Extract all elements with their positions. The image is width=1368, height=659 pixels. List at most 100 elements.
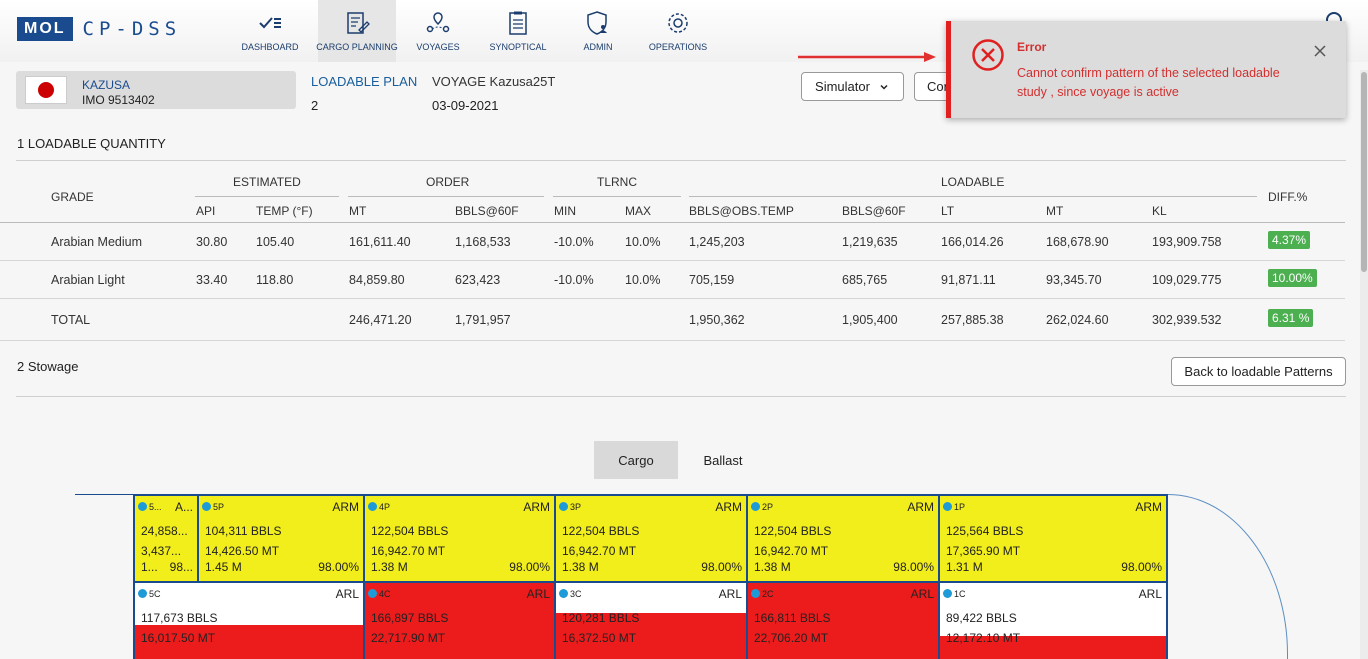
tab-cargo[interactable]: Cargo <box>594 441 678 479</box>
tank-bbls: 89,422 BBLS <box>946 611 1017 625</box>
tank-m: 1... <box>141 560 158 574</box>
tank-2c[interactable]: 2C ARL 166,811 BBLS 22,706.20 MT <box>746 581 940 659</box>
tank-pct: 98.00% <box>893 560 934 574</box>
back-to-loadable-patterns-button[interactable]: Back to loadable Patterns <box>1171 357 1346 386</box>
loadable-quantity-title: 1 LOADABLE QUANTITY <box>17 136 166 151</box>
tank-grade: ARL <box>718 587 742 601</box>
header-lt: LT <box>941 204 955 218</box>
nav-label: DASHBOARD <box>241 42 299 52</box>
nav-cargo-planning[interactable]: CARGO PLANNING <box>316 0 398 62</box>
tank-2p[interactable]: 2P ARM 122,504 BBLS 16,942.70 MT 1.38 M … <box>746 494 940 583</box>
voyage-label: VOYAGE Kazusa25T <box>432 74 556 89</box>
tank-5p[interactable]: 5P ARM 104,311 BBLS 14,426.50 MT 1.45 M … <box>197 494 365 583</box>
tank-1p[interactable]: 1P ARM 125,564 BBLS 17,365.90 MT 1.31 M … <box>938 494 1168 583</box>
cell-mt: 262,024.60 <box>1046 313 1109 327</box>
logo-text: CP-DSS <box>82 18 182 40</box>
tank-id: 3C <box>570 589 582 599</box>
nav-operations[interactable]: OPERATIONS <box>646 0 710 62</box>
tank-5s[interactable]: 5... A... 24,858... 3,437... 1... 98... <box>133 494 199 583</box>
tank-5c[interactable]: 5C ARL 117,673 BBLS 16,017.50 MT <box>133 581 365 659</box>
tank-4c[interactable]: 4C ARL 166,897 BBLS 22,717.90 MT <box>363 581 556 659</box>
japan-flag-icon <box>25 76 67 104</box>
nav-label: ADMIN <box>583 42 613 52</box>
tank-3c[interactable]: 3C ARL 120,281 BBLS 16,372.50 MT <box>554 581 748 659</box>
cell-grade: Arabian Medium <box>51 235 143 249</box>
admin-icon <box>587 11 607 35</box>
tank-m: 1.45 M <box>205 560 242 574</box>
loadable-plan-label: LOADABLE PLAN <box>311 74 418 89</box>
cell-temp: 118.80 <box>256 273 294 287</box>
header-order-bbls: BBLS@60F <box>455 204 519 218</box>
tank-mt: 3,437... <box>141 544 182 558</box>
cell-mt: 93,345.70 <box>1046 273 1102 287</box>
table-row: Arabian Medium 30.80 105.40 161,611.40 1… <box>0 222 1345 260</box>
section-divider <box>16 396 1346 397</box>
header-mt: MT <box>1046 204 1064 218</box>
tank-indicator-icon <box>751 502 760 511</box>
cargo-planning-icon <box>347 12 370 34</box>
tank-bbls: 24,858... <box>141 524 188 538</box>
tank-3p[interactable]: 3P ARM 122,504 BBLS 16,942.70 MT 1.38 M … <box>554 494 748 583</box>
header-tlrnc: TLRNC <box>597 175 638 189</box>
nav-label: CARGO PLANNING <box>316 42 398 52</box>
tank-bbls: 117,673 BBLS <box>141 611 218 625</box>
cell-obs: 1,245,203 <box>689 235 745 249</box>
ship-bow-outline <box>1168 494 1288 659</box>
nav-synoptical[interactable]: SYNOPTICAL <box>486 0 550 62</box>
tank-id: 5C <box>149 589 161 599</box>
tank-mt: 16,017.50 MT <box>141 631 216 645</box>
tank-bbls: 122,504 BBLS <box>754 524 832 538</box>
tank-bbls: 104,311 BBLS <box>205 524 282 538</box>
vessel-card: KAZUSA IMO 9513402 <box>16 71 296 109</box>
cell-lt: 257,885.38 <box>941 313 1004 327</box>
nav-label: SYNOPTICAL <box>489 42 547 52</box>
cell-kl: 193,909.758 <box>1152 235 1222 249</box>
header-diff: DIFF.% <box>1268 190 1308 204</box>
cell-order-bbls: 1,791,957 <box>455 313 511 327</box>
tank-mt: 12,172.10 MT <box>946 631 1021 645</box>
tank-mt: 22,717.90 MT <box>371 631 446 645</box>
nav-voyages[interactable]: VOYAGES <box>406 0 470 62</box>
tank-id: 5... <box>149 502 162 512</box>
cell-max: 10.0% <box>625 273 661 287</box>
header-bbls60: BBLS@60F <box>842 204 906 218</box>
tank-indicator-icon <box>368 502 377 511</box>
tank-pct: 98.00% <box>318 560 359 574</box>
tank-bbls: 122,504 BBLS <box>562 524 640 538</box>
tank-indicator-icon <box>138 502 147 511</box>
cell-bbls60: 1,219,635 <box>842 235 898 249</box>
header-grade: GRADE <box>51 190 94 204</box>
tank-grade: A... <box>174 500 193 514</box>
voyage-date: 03-09-2021 <box>432 98 499 113</box>
cell-lt: 166,014.26 <box>941 235 1004 249</box>
tank-id: 2C <box>762 589 774 599</box>
nav-admin[interactable]: ADMIN <box>566 0 630 62</box>
cell-min: -10.0% <box>554 235 594 249</box>
tank-mt: 16,942.70 MT <box>754 544 829 558</box>
tab-ballast[interactable]: Ballast <box>681 441 765 479</box>
close-icon[interactable] <box>1312 43 1328 59</box>
header-max: MAX <box>625 204 652 218</box>
tank-pct: 98.00% <box>1121 560 1162 574</box>
tank-mt: 14,426.50 MT <box>205 544 280 558</box>
tank-mt: 16,942.70 MT <box>562 544 637 558</box>
tank-indicator-icon <box>559 502 568 511</box>
cell-obs: 1,950,362 <box>689 313 745 327</box>
logo[interactable]: MOL CP-DSS <box>17 17 181 41</box>
scrollbar-thumb[interactable] <box>1361 72 1367 272</box>
tank-indicator-icon <box>559 589 568 598</box>
tank-1c[interactable]: 1C ARL 89,422 BBLS 12,172.10 MT <box>938 581 1168 659</box>
cell-api: 33.40 <box>196 273 228 287</box>
group-line <box>195 196 339 197</box>
table-row: Arabian Light 33.40 118.80 84,859.80 623… <box>0 260 1345 298</box>
tank-mt: 17,365.90 MT <box>946 544 1021 558</box>
cell-order-bbls: 1,168,533 <box>455 235 511 249</box>
tank-m: 1.38 M <box>371 560 408 574</box>
toast-title: Error <box>1017 40 1047 54</box>
nav-dashboard[interactable]: DASHBOARD <box>238 0 302 62</box>
tank-pct: 98.00% <box>509 560 550 574</box>
arrow-icon <box>798 52 936 62</box>
tank-m: 1.38 M <box>562 560 599 574</box>
tank-4p[interactable]: 4P ARM 122,504 BBLS 16,942.70 MT 1.38 M … <box>363 494 556 583</box>
simulator-dropdown[interactable]: Simulator <box>801 72 904 101</box>
